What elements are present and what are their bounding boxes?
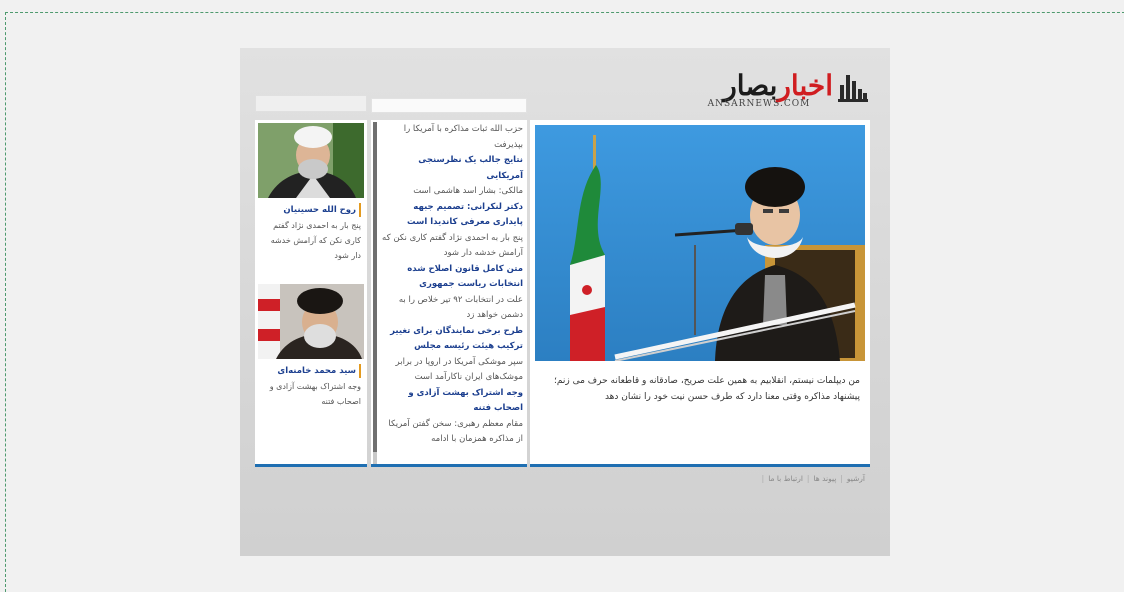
columnists-panel: روح الله حسینیان پنج بار به احمدی نژاد گ… bbox=[255, 120, 367, 467]
columnist-excerpt[interactable]: وجه اشتراک بهشت آزادی و اصحاب فتنه bbox=[261, 379, 361, 425]
footer-separator: | bbox=[806, 474, 810, 483]
main-story-panel: من دیپلمات نیستم، انقلابیم به همین علت ص… bbox=[530, 120, 870, 467]
columnist-photo[interactable] bbox=[258, 123, 364, 198]
footer-nav: آرشیو|پیوند ها|ارتباط با ما| bbox=[720, 472, 865, 486]
news-item[interactable]: حزب الله ثبات مذاکره با آمریکا را بپذیرف… bbox=[381, 122, 523, 153]
news-item[interactable]: پنج بار به احمدی نژاد گفتم کاری نکن که آ… bbox=[381, 231, 523, 262]
news-item-link[interactable]: متن کامل قانون اصلاح شده انتخابات ریاست … bbox=[381, 262, 523, 293]
news-item-link[interactable]: طرح برخی نمایندگان برای تغییر ترکیب هیئت… bbox=[381, 324, 523, 355]
news-item[interactable]: مالکی: بشار اسد هاشمی است bbox=[381, 184, 523, 200]
scrollbar-thumb[interactable] bbox=[373, 122, 377, 452]
footer-link-links[interactable]: پیوند ها bbox=[813, 474, 836, 483]
logo-emblem-icon bbox=[838, 75, 868, 102]
news-item-link[interactable]: وجه اشتراک بهشت آزادی و اصحاب فتنه bbox=[381, 386, 523, 417]
news-item-link[interactable]: نتایج جالب یک نظرسنجی آمریکایی bbox=[381, 153, 523, 184]
news-list-panel: حزب الله ثبات مذاکره با آمریکا را بپذیرف… bbox=[371, 120, 527, 467]
footer-link-contact[interactable]: ارتباط با ما bbox=[768, 474, 803, 483]
logo-wordmark: اخباربصار bbox=[723, 69, 834, 102]
columnist-excerpt[interactable]: پنج بار به احمدی نژاد گفتم کاری نکن که آ… bbox=[261, 218, 361, 264]
news-list: حزب الله ثبات مذاکره با آمریکا را بپذیرف… bbox=[381, 122, 523, 464]
news-item[interactable]: مقام معظم رهبری: سخن گفتن آمریکا از مذاک… bbox=[381, 417, 523, 448]
footer-separator: | bbox=[761, 474, 765, 483]
news-item-link[interactable]: دکتر لنکرانی: تصمیم جبهه پایداری معرفی ک… bbox=[381, 200, 523, 231]
columnist-photo[interactable] bbox=[258, 284, 364, 359]
footer-separator: | bbox=[840, 474, 843, 483]
main-story-image[interactable] bbox=[535, 125, 865, 361]
logo-subtitle: ANSARNEWS.COM bbox=[707, 99, 811, 109]
main-story-lead[interactable]: من دیپلمات نیستم، انقلابیم به همین علت ص… bbox=[540, 373, 860, 413]
columnist-name[interactable]: روح الله حسینیان bbox=[261, 203, 361, 217]
columnist-name[interactable]: سید محمد خامنه‌ای bbox=[261, 364, 361, 378]
footer-link-archive[interactable]: آرشیو bbox=[847, 474, 865, 483]
site-logo[interactable]: اخباربصار ANSARNEWS.COM bbox=[683, 66, 868, 112]
news-list-header bbox=[371, 98, 527, 113]
columnists-header bbox=[255, 95, 367, 112]
news-item[interactable]: سپر موشکی آمریکا در اروپا در برابر موشک‌… bbox=[381, 355, 523, 386]
news-item[interactable]: علت در انتخابات ۹۲ تیر خلاص را به دشمن خ… bbox=[381, 293, 523, 324]
website-screenshot: اخباربصار ANSARNEWS.COM من دیپلمات نیستم… bbox=[240, 48, 890, 556]
